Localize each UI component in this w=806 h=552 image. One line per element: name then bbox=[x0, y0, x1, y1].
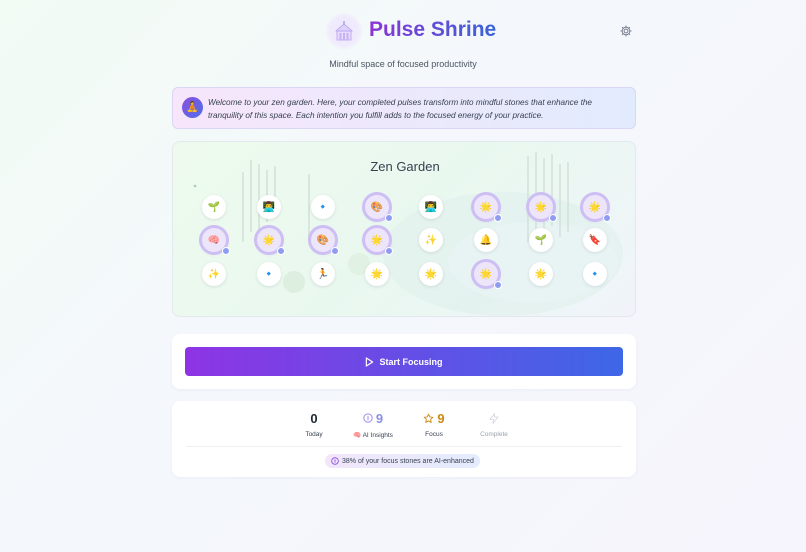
garden-stone[interactable]: 🔹 bbox=[311, 195, 335, 219]
stone-emoji: 🌟 bbox=[534, 268, 548, 280]
stone-emoji: 🔖 bbox=[588, 234, 602, 246]
star-icon bbox=[424, 413, 434, 423]
meditation-icon: 🧘 bbox=[182, 97, 203, 118]
stone-emoji: ✨ bbox=[424, 234, 438, 246]
garden-title: Zen Garden bbox=[370, 159, 440, 174]
ai-badge-icon bbox=[331, 247, 339, 255]
app-title: Pulse Shrine bbox=[369, 18, 497, 41]
garden-stone[interactable]: 🔹 bbox=[257, 262, 281, 286]
stats-divider bbox=[186, 446, 622, 447]
ai-badge-icon bbox=[222, 247, 230, 255]
stat-focus: 9 Focus bbox=[404, 409, 464, 438]
garden-stone[interactable]: 👨‍💻 bbox=[419, 195, 443, 219]
stat-ai-insights-label: 🧠 AI Insights bbox=[353, 432, 393, 439]
garden-stone[interactable]: 🌟 bbox=[419, 262, 443, 286]
ai-badge-icon bbox=[385, 214, 393, 222]
garden-stone[interactable]: 🎨 bbox=[311, 228, 339, 255]
stat-complete-label: Complete bbox=[480, 431, 508, 438]
stone-emoji: 🌟 bbox=[262, 234, 276, 246]
ai-badge-icon bbox=[549, 214, 557, 222]
stone-emoji: 🌱 bbox=[207, 201, 221, 213]
garden-stone[interactable]: 🏃 bbox=[311, 262, 335, 286]
focus-card: Start Focusing bbox=[172, 334, 636, 389]
stone-emoji: 🔔 bbox=[479, 234, 493, 246]
stone-emoji: 🔹 bbox=[262, 268, 276, 280]
garden-stone[interactable]: 🌟 bbox=[583, 195, 611, 222]
stone-emoji: 🌱 bbox=[534, 234, 548, 246]
garden-stone[interactable]: 🌟 bbox=[365, 228, 393, 255]
stone-emoji: 🌟 bbox=[370, 234, 384, 246]
stone-emoji: 🌟 bbox=[370, 268, 384, 280]
play-icon bbox=[366, 356, 374, 367]
garden-stone[interactable]: 🔹 bbox=[583, 262, 607, 286]
stone-emoji: 👨‍💻 bbox=[262, 201, 276, 213]
stone-emoji: 🎨 bbox=[316, 234, 330, 246]
stone-emoji: 🔹 bbox=[316, 201, 330, 213]
welcome-text: Welcome to your zen garden. Here, your c… bbox=[208, 98, 592, 120]
stone-emoji: 🌟 bbox=[479, 201, 493, 213]
ai-badge-icon bbox=[494, 214, 502, 222]
stat-ai-insights-value: 9 bbox=[375, 410, 384, 426]
info-circle-icon bbox=[331, 457, 339, 465]
garden-stone[interactable]: 🔔 bbox=[474, 228, 498, 252]
stone-emoji: 🔹 bbox=[588, 268, 602, 280]
garden-stone[interactable]: 🧠 bbox=[202, 228, 230, 255]
garden-stone[interactable]: 🌱 bbox=[529, 228, 553, 252]
stat-focus-value: 9 bbox=[437, 410, 445, 426]
stat-focus-label: Focus bbox=[425, 431, 443, 438]
stone-emoji: ✨ bbox=[207, 268, 221, 280]
stone-emoji: 🎨 bbox=[370, 201, 384, 213]
stone-emoji: 🌟 bbox=[479, 268, 493, 280]
stats-card: 0 Today 9 🧠 AI Insights 9 Focus Complete bbox=[172, 401, 636, 477]
stat-today: 0 Today bbox=[284, 409, 344, 439]
garden-stone[interactable]: 🌟 bbox=[474, 195, 502, 222]
ai-badge-icon bbox=[277, 247, 285, 255]
zen-garden: Zen Garden 🌱 👨‍💻 🔹 🎨 👨‍💻 🌟 🌟 🌟 🧠 🌟 🎨 🌟 ✨ 🔔 🌱 🔖 ✨ 🔹 🏃 🌟 🌟 🌟 🌟 🔹 bbox=[172, 141, 636, 317]
stone-emoji: 👨‍💻 bbox=[424, 201, 438, 213]
stone-emoji: 🌟 bbox=[424, 268, 438, 280]
lightning-icon bbox=[489, 412, 499, 424]
start-focusing-label: Start Focusing bbox=[379, 356, 443, 367]
garden-stone[interactable]: 🌟 bbox=[474, 262, 502, 289]
garden-stone[interactable]: 🌱 bbox=[202, 195, 226, 219]
garden-stone[interactable]: 🔖 bbox=[583, 228, 607, 252]
header-bar: Pulse Shrine bbox=[0, 12, 806, 52]
garden-stone[interactable]: 🌟 bbox=[529, 262, 553, 286]
garden-stone[interactable]: ✨ bbox=[202, 262, 226, 286]
ai-badge-icon bbox=[603, 214, 611, 222]
ai-badge-icon bbox=[494, 281, 502, 289]
stone-emoji: 🌟 bbox=[588, 201, 602, 213]
stat-ai-insights: 9 🧠 AI Insights bbox=[343, 409, 403, 440]
garden-stone[interactable]: 🌟 bbox=[365, 262, 389, 286]
info-circle-icon bbox=[363, 413, 373, 423]
stone-emoji: 🏃 bbox=[316, 268, 330, 280]
garden-stone[interactable]: 🌟 bbox=[257, 228, 285, 255]
stat-today-value: 0 bbox=[310, 410, 318, 426]
ai-enhanced-badge: 38% of your focus stones are AI-enhanced bbox=[325, 454, 480, 468]
garden-stone[interactable]: 🌟 bbox=[529, 195, 557, 222]
welcome-banner: 🧘 Welcome to your zen garden. Here, your… bbox=[172, 87, 636, 129]
garden-stone[interactable]: ✨ bbox=[419, 228, 443, 252]
garden-stone[interactable]: 👨‍💻 bbox=[257, 195, 281, 219]
stat-today-label: Today bbox=[305, 431, 323, 438]
app-subtitle: Mindful space of focused productivity bbox=[329, 59, 477, 69]
start-focusing-button[interactable]: Start Focusing bbox=[185, 347, 623, 376]
gear-icon[interactable] bbox=[619, 24, 633, 38]
temple-icon bbox=[325, 12, 363, 50]
ai-badge-icon bbox=[385, 247, 393, 255]
ai-enhanced-text: 38% of your focus stones are AI-enhanced bbox=[342, 457, 474, 465]
stat-complete: Complete bbox=[464, 409, 524, 438]
stone-emoji: 🧠 bbox=[207, 234, 221, 246]
garden-stone[interactable]: 🎨 bbox=[365, 195, 393, 222]
stone-emoji: 🌟 bbox=[534, 201, 548, 213]
